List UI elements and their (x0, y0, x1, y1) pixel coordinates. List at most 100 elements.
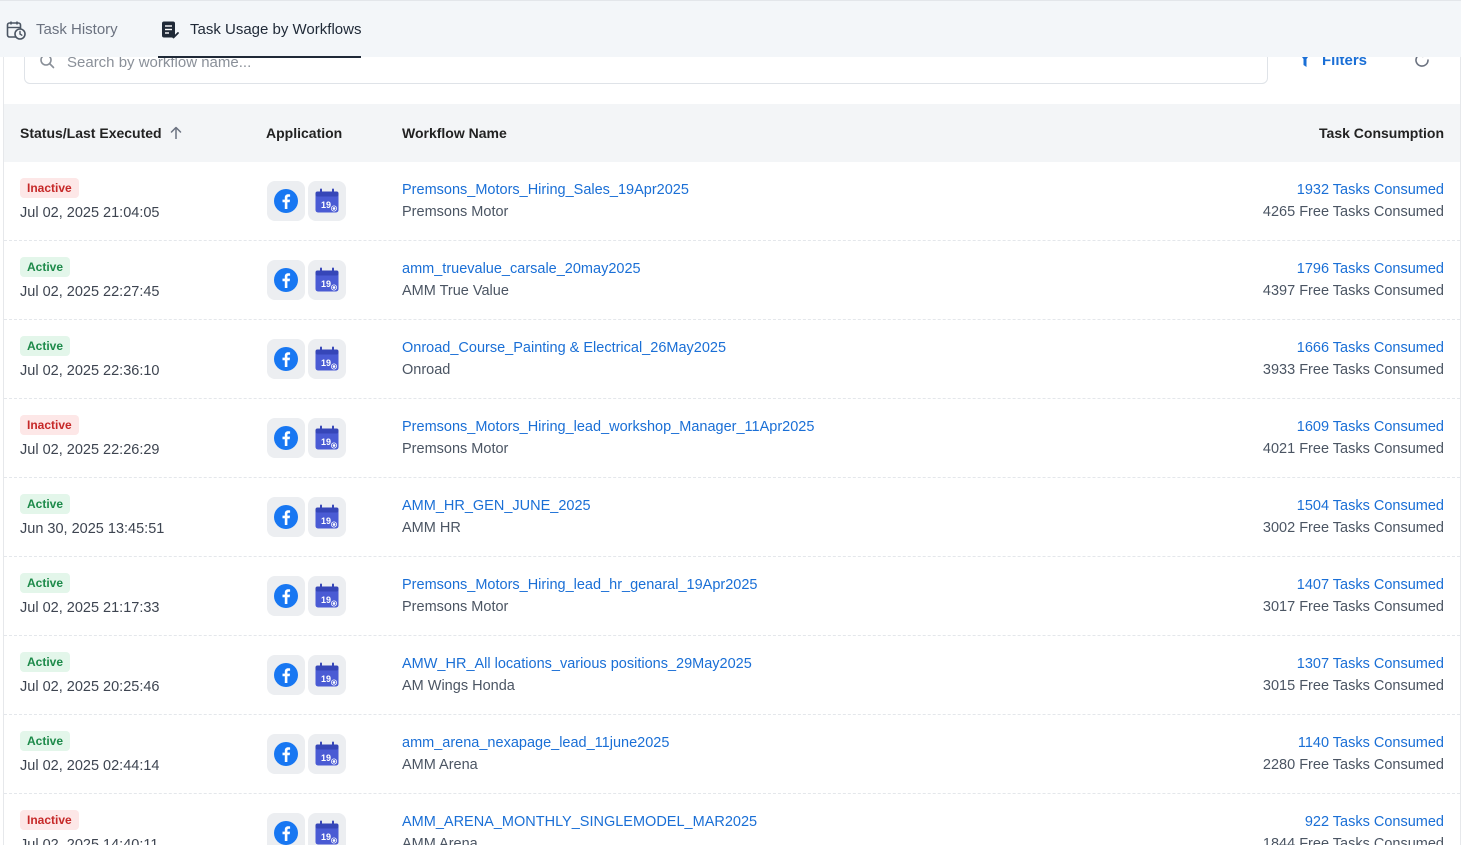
column-header-status[interactable]: Status/Last Executed (20, 125, 182, 141)
calendar-icon: 19 (315, 188, 339, 213)
app-calendar[interactable]: 19 (308, 260, 346, 300)
task-history-icon (6, 21, 26, 40)
last-executed: Jul 02, 2025 02:44:14 (20, 758, 160, 774)
app-calendar[interactable]: 19 (308, 497, 346, 537)
tasks-consumed-link[interactable]: 1666 Tasks Consumed (1297, 340, 1444, 356)
application-icons: 19 (267, 339, 346, 379)
workflow-name-link[interactable]: Premsons_Motors_Hiring_lead_hr_genaral_1… (402, 577, 757, 593)
calendar-day: 19 (321, 674, 331, 684)
app-facebook[interactable] (267, 813, 305, 845)
workflow-account: AMM True Value (402, 283, 509, 299)
table-row: Active Jul 02, 2025 20:25:46 19 AMW_HR_All … (4, 636, 1460, 715)
application-icons: 19 (267, 181, 346, 221)
workflow-account: Premsons Motor (402, 599, 509, 615)
table-row: Inactive Jul 02, 2025 14:40:11 19 AMM_ARENA… (4, 794, 1460, 845)
app-calendar[interactable]: 19 (308, 734, 346, 774)
status-badge: Inactive (20, 178, 79, 198)
table-row: Active Jul 02, 2025 21:17:33 19 Premsons_Mo… (4, 557, 1460, 636)
calendar-icon: 19 (315, 504, 339, 529)
table-row: Inactive Jul 02, 2025 21:04:05 19 Premsons_… (4, 162, 1460, 241)
free-tasks-consumed: 3002 Free Tasks Consumed (1262, 520, 1444, 536)
facebook-icon (274, 742, 298, 766)
workflow-name-link[interactable]: AMW_HR_All locations_various positions_2… (402, 656, 752, 672)
status-badge: Active (20, 573, 71, 593)
app-facebook[interactable] (267, 734, 305, 774)
column-header-label: Status/Last Executed (20, 125, 162, 141)
app-calendar[interactable]: 19 (308, 576, 346, 616)
tasks-consumed-link[interactable]: 1504 Tasks Consumed (1297, 498, 1444, 514)
workflow-name-link[interactable]: Premsons_Motors_Hiring_Sales_19Apr2025 (402, 182, 689, 198)
facebook-icon (274, 268, 298, 292)
application-icons: 19 (267, 813, 346, 845)
table-row: Active Jul 02, 2025 22:27:45 19 amm_trueval… (4, 241, 1460, 320)
app-calendar[interactable]: 19 (308, 339, 346, 379)
workflow-account: Premsons Motor (402, 441, 509, 457)
column-header-application: Application (266, 125, 343, 141)
application-icons: 19 (267, 260, 346, 300)
tasks-consumed-link[interactable]: 1307 Tasks Consumed (1297, 656, 1444, 672)
facebook-icon (274, 584, 298, 608)
last-executed: Jul 02, 2025 21:17:33 (20, 600, 160, 616)
tasks-consumed-link[interactable]: 1407 Tasks Consumed (1297, 577, 1444, 593)
column-header-task-consumption: Task Consumption (1319, 125, 1444, 141)
tab-label: Task Usage by Workflows (190, 21, 362, 38)
workflow-name-link[interactable]: AMM_HR_GEN_JUNE_2025 (402, 498, 591, 514)
calendar-day: 19 (321, 279, 331, 289)
tab-bar: Task History Task Usage by Workflows (0, 0, 1461, 58)
app-facebook[interactable] (267, 576, 305, 616)
last-executed: Jun 30, 2025 13:45:51 (20, 521, 165, 537)
workflow-account: AMM Arena (402, 836, 478, 845)
workflow-name-link[interactable]: amm_truevalue_carsale_20may2025 (402, 261, 641, 277)
calendar-day: 19 (321, 753, 331, 763)
tasks-consumed-link[interactable]: 1932 Tasks Consumed (1297, 182, 1444, 198)
free-tasks-consumed: 4397 Free Tasks Consumed (1262, 283, 1444, 299)
calendar-day: 19 (321, 358, 331, 368)
workflow-name-link[interactable]: Premsons_Motors_Hiring_lead_workshop_Man… (402, 419, 814, 435)
app-facebook[interactable] (267, 181, 305, 221)
tab-task-history[interactable]: Task History (6, 1, 118, 58)
facebook-icon (274, 347, 298, 371)
free-tasks-consumed: 4021 Free Tasks Consumed (1262, 441, 1444, 457)
app-facebook[interactable] (267, 655, 305, 695)
calendar-icon: 19 (315, 346, 339, 371)
app-calendar[interactable]: 19 (308, 813, 346, 845)
free-tasks-consumed: 1844 Free Tasks Consumed (1262, 836, 1444, 845)
app-calendar[interactable]: 19 (308, 181, 346, 221)
tab-label: Task History (36, 21, 118, 38)
application-icons: 19 (267, 418, 346, 458)
calendar-day: 19 (321, 516, 331, 526)
workflow-name-link[interactable]: Onroad_Course_Painting & Electrical_26Ma… (402, 340, 726, 356)
table-row: Active Jul 02, 2025 02:44:14 19 amm_arena_n… (4, 715, 1460, 794)
app-facebook[interactable] (267, 418, 305, 458)
table-header: Status/Last Executed Application Workflo… (4, 104, 1460, 162)
app-facebook[interactable] (267, 339, 305, 379)
table-body: Inactive Jul 02, 2025 21:04:05 19 Premsons_… (4, 162, 1460, 845)
calendar-icon: 19 (315, 741, 339, 766)
calendar-icon: 19 (315, 662, 339, 687)
last-executed: Jul 02, 2025 14:40:11 (20, 837, 159, 845)
last-executed: Jul 02, 2025 20:25:46 (20, 679, 160, 695)
tasks-consumed-link[interactable]: 922 Tasks Consumed (1305, 814, 1444, 830)
tasks-consumed-link[interactable]: 1796 Tasks Consumed (1297, 261, 1444, 277)
calendar-icon: 19 (315, 425, 339, 450)
free-tasks-consumed: 3017 Free Tasks Consumed (1262, 599, 1444, 615)
tab-task-usage-by-workflows[interactable]: Task Usage by Workflows (158, 1, 362, 58)
calendar-day: 19 (321, 832, 331, 842)
sort-ascending-icon[interactable] (170, 126, 182, 140)
workflow-name-link[interactable]: amm_arena_nexapage_lead_11june2025 (402, 735, 669, 751)
column-header-workflow-name: Workflow Name (402, 125, 507, 141)
facebook-icon (274, 663, 298, 687)
workflow-account: AMM HR (402, 520, 461, 536)
active-tab-indicator (158, 56, 362, 58)
workflow-account: Premsons Motor (402, 204, 509, 220)
app-calendar[interactable]: 19 (308, 655, 346, 695)
workflow-name-link[interactable]: AMM_ARENA_MONTHLY_SINGLEMODEL_MAR2025 (402, 814, 757, 830)
last-executed: Jul 02, 2025 22:36:10 (20, 363, 160, 379)
app-facebook[interactable] (267, 497, 305, 537)
app-calendar[interactable]: 19 (308, 418, 346, 458)
app-facebook[interactable] (267, 260, 305, 300)
facebook-icon (274, 821, 298, 845)
tasks-consumed-link[interactable]: 1609 Tasks Consumed (1297, 419, 1444, 435)
last-executed: Jul 02, 2025 22:27:45 (20, 284, 160, 300)
tasks-consumed-link[interactable]: 1140 Tasks Consumed (1298, 735, 1444, 751)
